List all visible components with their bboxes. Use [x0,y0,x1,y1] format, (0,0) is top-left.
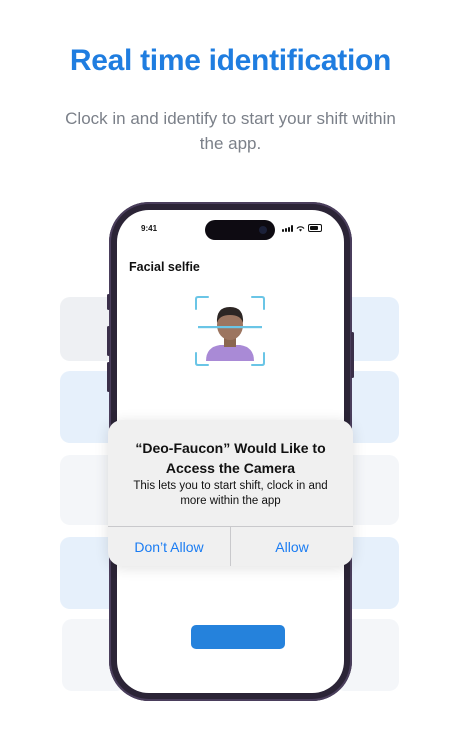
page-subtitle: Clock in and identify to start your shif… [65,109,396,153]
alert-title: “Deo-Faucon” Would Like to Access the Ca… [135,440,326,476]
cellular-signal-icon [282,224,293,232]
phone-power-button [351,332,354,378]
face-id-scan-icon [194,295,266,367]
primary-action-button[interactable] [191,625,285,649]
alert-message: This lets you to start shift, clock in a… [133,480,328,507]
phone-volume-button [107,362,110,392]
battery-icon [308,224,322,232]
phone-side-button [107,294,110,310]
dont-allow-button[interactable]: Don’t Allow [108,527,230,566]
screen-title: Facial selfie [129,260,200,274]
status-bar-icons [282,224,322,232]
status-bar-time: 9:41 [141,224,158,233]
allow-button[interactable]: Allow [231,527,353,566]
camera-permission-alert: “Deo-Faucon” Would Like to Access the Ca… [108,420,353,566]
wifi-icon [296,225,305,231]
front-camera-icon [259,226,267,234]
page-headline: Real time identification [69,44,392,77]
phone-volume-button [107,326,110,356]
dynamic-island [205,220,275,240]
